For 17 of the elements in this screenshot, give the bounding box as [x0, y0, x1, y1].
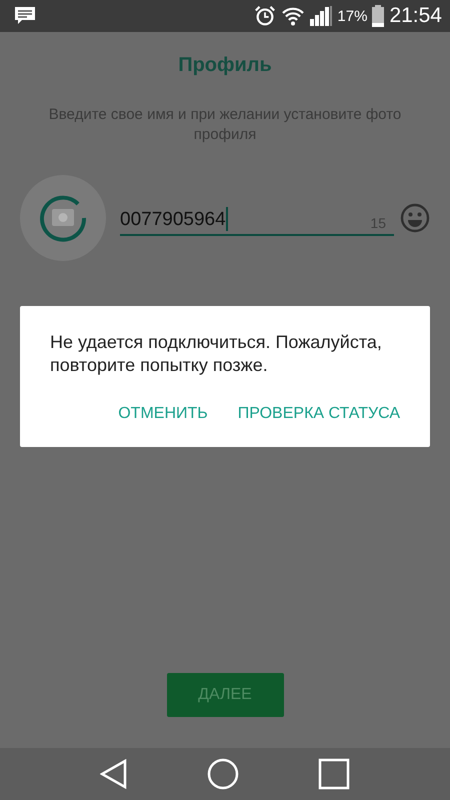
next-button[interactable]: ДАЛЕЕ [166, 673, 284, 717]
battery-icon [372, 5, 384, 27]
message-icon [14, 6, 36, 26]
name-value: 0077905964 [120, 208, 226, 230]
page-title: Профиль [178, 54, 272, 77]
smiley-icon[interactable] [400, 203, 430, 233]
wifi-icon [281, 6, 306, 26]
signal-icon [310, 6, 332, 26]
recents-icon[interactable] [318, 758, 350, 790]
alarm-icon [254, 5, 276, 27]
back-icon[interactable] [100, 759, 128, 789]
clock-time: 21:54 [389, 4, 442, 28]
dialog-button[interactable]: ОТМЕНИТЬ [118, 401, 208, 427]
battery-percent: 17% [337, 8, 368, 24]
dialog-button[interactable]: ПРОВЕРКА СТАТУСА [238, 401, 400, 427]
dialog-message: Не удается подключиться. Пожалуйста, повторите попытку позже. [50, 331, 383, 377]
home-icon[interactable] [206, 758, 239, 790]
